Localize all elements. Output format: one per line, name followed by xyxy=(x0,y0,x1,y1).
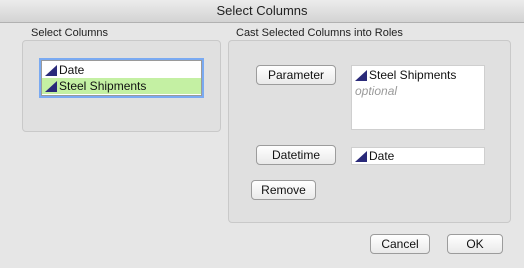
select-columns-label: Select Columns xyxy=(31,27,109,39)
list-item[interactable]: Date xyxy=(42,62,201,78)
continuous-column-icon xyxy=(355,70,367,82)
remove-button[interactable]: Remove xyxy=(251,180,316,200)
continuous-column-icon xyxy=(355,151,367,163)
continuous-column-icon xyxy=(45,81,57,93)
column-list[interactable]: Date Steel Shipments xyxy=(41,60,202,96)
parameter-optional-hint: optional xyxy=(355,84,398,98)
list-item-label: Steel Shipments xyxy=(59,79,147,93)
datetime-role-item[interactable]: Date xyxy=(352,148,482,164)
parameter-role-label: Steel Shipments xyxy=(369,68,457,82)
list-item[interactable]: Steel Shipments xyxy=(42,78,201,94)
dialog-body: Select Columns Date Steel Shipments Cast… xyxy=(0,23,524,268)
datetime-button[interactable]: Datetime xyxy=(256,145,336,165)
parameter-role-list[interactable]: Steel Shipments optional xyxy=(351,65,485,130)
list-item-label: Date xyxy=(59,63,85,77)
cancel-button[interactable]: Cancel xyxy=(370,234,430,254)
parameter-role-item[interactable]: Steel Shipments xyxy=(352,67,482,83)
continuous-column-icon xyxy=(45,65,57,77)
parameter-button[interactable]: Parameter xyxy=(256,65,336,85)
datetime-role-list[interactable]: Date xyxy=(351,147,485,165)
datetime-role-label: Date xyxy=(369,149,395,163)
select-columns-dialog: Select Columns Select Columns Date Steel… xyxy=(0,0,524,268)
ok-button[interactable]: OK xyxy=(447,234,503,254)
cast-roles-label: Cast Selected Columns into Roles xyxy=(236,27,403,39)
window-title: Select Columns xyxy=(0,0,524,23)
